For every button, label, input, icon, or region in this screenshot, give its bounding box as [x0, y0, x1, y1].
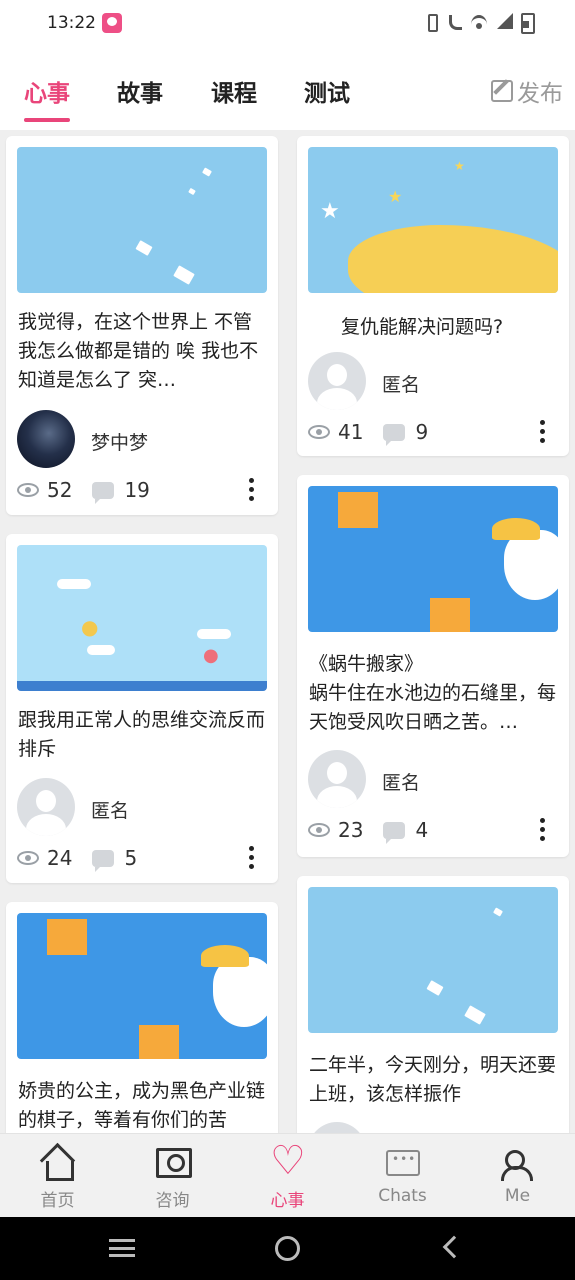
battery-icon [521, 12, 535, 34]
app-notification-icon [102, 13, 122, 33]
nav-label: Me [504, 1186, 531, 1206]
post-excerpt: 我觉得，在这个世界上 不管我怎么做都是错的 唉 我也不知道是怎么了 突… [18, 311, 259, 391]
tab-kecheng[interactable]: 课程 [211, 74, 257, 108]
post-card[interactable]: 我觉得，在这个世界上 不管我怎么做都是错的 唉 我也不知道是怎么了 突… 梦中梦… [6, 136, 278, 515]
post-cover-image [17, 913, 267, 1059]
status-time: 13:22 [47, 13, 96, 33]
nav-chats[interactable]: Chats [345, 1134, 460, 1218]
tab-ceshi[interactable]: 测试 [304, 74, 350, 108]
post-cover-image: ★ ★ ★ [308, 147, 558, 293]
chat-icon [385, 1146, 420, 1180]
publish-label: 发布 [517, 81, 563, 107]
me-icon [500, 1146, 534, 1181]
comment-icon [92, 849, 115, 872]
post-card[interactable]: ● ● 跟我用正常人的思维交流反而排斥 匿名 24 5 [6, 534, 278, 883]
author-name[interactable]: 匿名 [382, 768, 420, 795]
bottom-nav: 首页 咨询 心事 Chats Me [0, 1133, 575, 1217]
eye-icon [308, 823, 330, 837]
nav-label: Chats [378, 1186, 427, 1206]
post-stats: 41 9 [308, 420, 429, 446]
edit-icon [491, 80, 513, 102]
post-stats: 23 4 [308, 818, 429, 844]
more-options-icon[interactable] [249, 478, 254, 502]
view-count: 52 [47, 478, 73, 502]
avatar[interactable] [308, 352, 366, 410]
publish-button[interactable]: 发布 [491, 74, 563, 108]
avatar[interactable] [308, 1122, 366, 1133]
post-card[interactable]: 《蜗牛搬家》 蜗牛住在水池边的石缝里，每天饱受风吹日晒之苦。… 匿名 23 4 [297, 475, 569, 857]
vibrate-icon [423, 12, 439, 32]
post-feed[interactable]: 我觉得，在这个世界上 不管我怎么做都是错的 唉 我也不知道是怎么了 突… 梦中梦… [0, 130, 575, 1133]
eye-icon [308, 425, 330, 439]
active-tab-indicator [24, 118, 70, 122]
view-count: 41 [338, 420, 364, 444]
author-name[interactable]: 匿名 [382, 370, 420, 397]
tab-gushi[interactable]: 故事 [117, 74, 163, 108]
heart-icon [270, 1138, 306, 1184]
status-bar: 13:22 [0, 0, 575, 48]
post-cover-image [308, 887, 558, 1033]
post-card[interactable]: ★ ★ ★ 复仇能解决问题吗? 匿名 41 9 [297, 136, 569, 456]
eye-icon [17, 483, 39, 497]
comment-icon [383, 423, 406, 446]
more-options-icon[interactable] [540, 420, 545, 444]
tab-xinshi[interactable]: 心事 [24, 74, 70, 108]
post-excerpt: 二年半，今天刚分，明天还要上班，该怎样振作 [309, 1054, 557, 1105]
nav-xinshi[interactable]: 心事 [230, 1134, 345, 1218]
consult-icon [155, 1146, 192, 1180]
author-name[interactable]: 匿名 [91, 796, 129, 823]
nav-me[interactable]: Me [460, 1134, 575, 1218]
post-card[interactable]: 娇贵的公主，成为黑色产业链的棋子，等着有你们的苦 [6, 902, 278, 1133]
recent-apps-icon[interactable] [109, 1239, 135, 1257]
wifi-calling-icon [447, 12, 463, 30]
status-icons [423, 12, 535, 34]
nav-home[interactable]: 首页 [0, 1134, 115, 1218]
nav-consult[interactable]: 咨询 [115, 1134, 230, 1218]
post-stats: 24 5 [17, 846, 138, 872]
author-name[interactable]: 梦中梦 [91, 428, 148, 455]
post-cover-image: ● ● [17, 545, 267, 691]
post-excerpt: 娇贵的公主，成为黑色产业链的棋子，等着有你们的苦 [18, 1080, 266, 1131]
wifi-icon [471, 12, 487, 30]
nav-label: 心事 [270, 1191, 305, 1211]
post-excerpt: 复仇能解决问题吗? [341, 316, 504, 338]
comment-count: 5 [124, 846, 138, 870]
post-excerpt: 《蜗牛搬家》 蜗牛住在水池边的石缝里，每天饱受风吹日晒之苦。… [309, 653, 557, 733]
home-icon [40, 1146, 74, 1181]
view-count: 23 [338, 818, 364, 842]
more-options-icon[interactable] [540, 818, 545, 842]
comment-icon [383, 821, 406, 844]
system-nav-bar [0, 1217, 575, 1280]
back-icon[interactable] [442, 1235, 466, 1259]
signal-icon [495, 12, 513, 30]
post-cover-image [17, 147, 267, 293]
nav-label: 首页 [40, 1191, 75, 1211]
eye-icon [17, 851, 39, 865]
more-options-icon[interactable] [249, 846, 254, 870]
avatar[interactable] [17, 778, 75, 836]
avatar[interactable] [308, 750, 366, 808]
comment-icon [92, 481, 115, 504]
comment-count: 19 [124, 478, 150, 502]
post-cover-image [308, 486, 558, 632]
nav-label: 咨询 [155, 1191, 190, 1211]
comment-count: 4 [415, 818, 429, 842]
view-count: 24 [47, 846, 73, 870]
comment-count: 9 [415, 420, 429, 444]
top-tab-bar: 心事 故事 课程 测试 发布 [0, 48, 575, 130]
avatar[interactable] [17, 410, 75, 468]
post-card[interactable]: 二年半，今天刚分，明天还要上班，该怎样振作 [297, 876, 569, 1133]
system-home-icon[interactable] [275, 1236, 300, 1261]
post-excerpt: 跟我用正常人的思维交流反而排斥 [18, 709, 266, 760]
post-stats: 52 19 [17, 478, 150, 504]
